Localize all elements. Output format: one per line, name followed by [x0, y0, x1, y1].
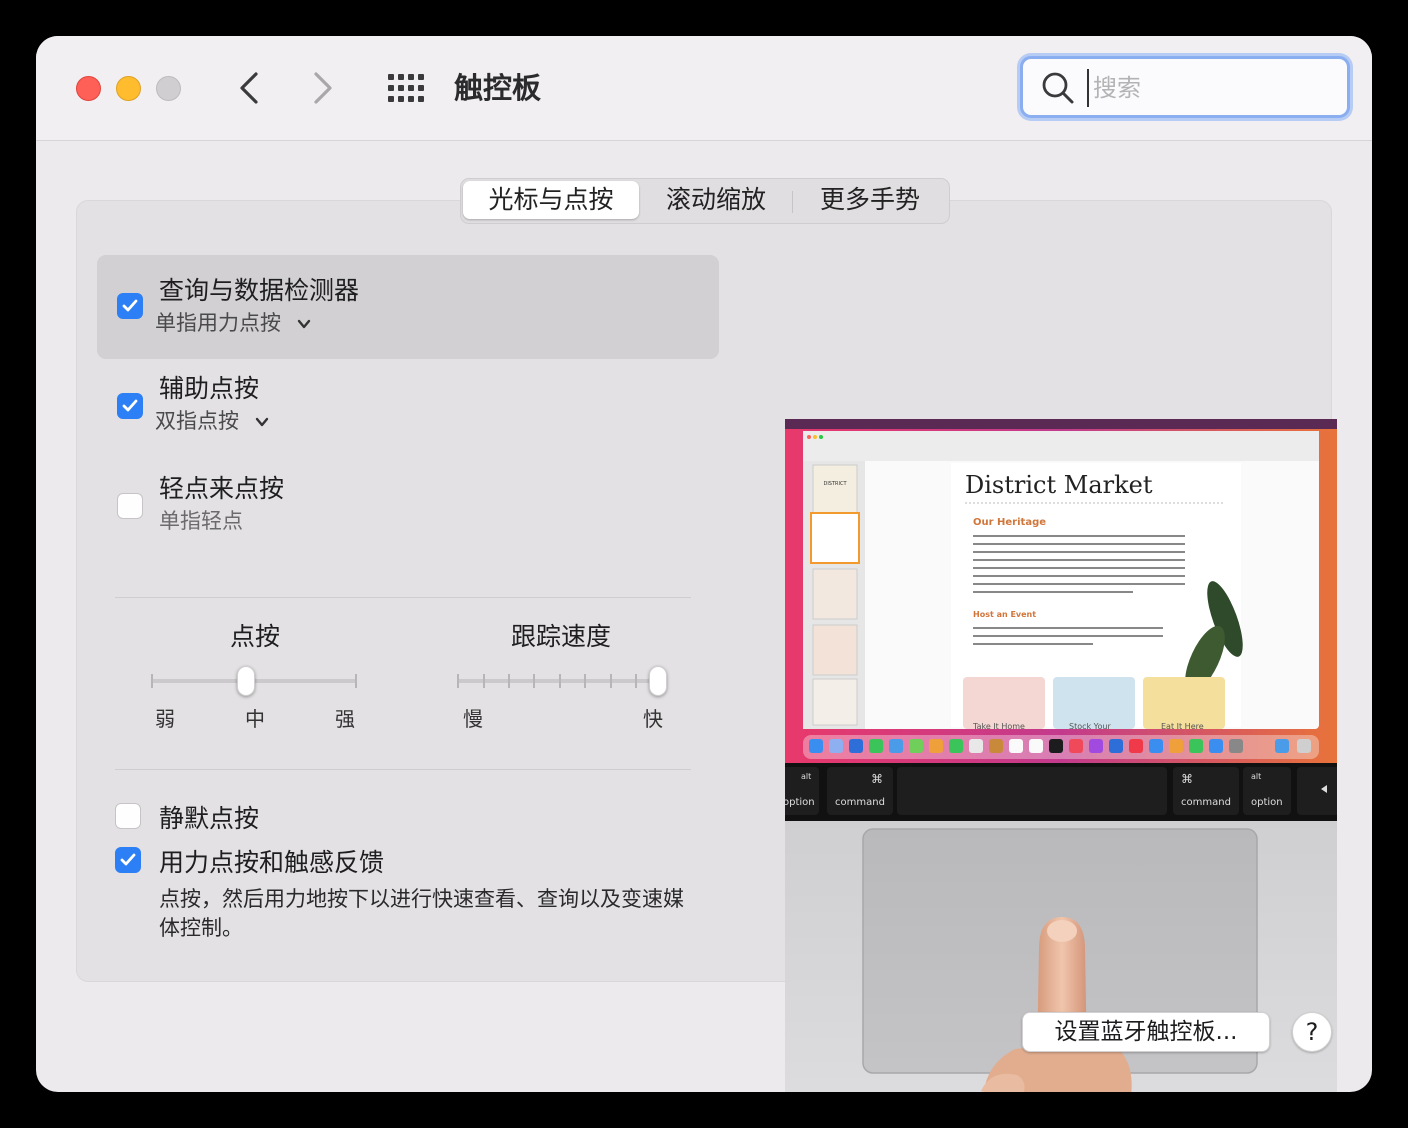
- gesture-preview-video: DISTRICT District Market Our Heritage Ho…: [785, 419, 1337, 1092]
- doc-heading-2: Host an Event: [973, 610, 1036, 619]
- divider: [115, 769, 691, 770]
- secondary-click-title: 辅助点按: [159, 374, 260, 403]
- tab-more-gestures[interactable]: 更多手势: [793, 181, 947, 219]
- click-slider-tick: [355, 674, 357, 688]
- thumb-label: DISTRICT: [823, 481, 847, 487]
- click-slider-knob[interactable]: [237, 666, 255, 696]
- tab-scroll-zoom[interactable]: 滚动缩放: [641, 181, 791, 219]
- lookup-checkbox[interactable]: [117, 293, 143, 319]
- tap-to-click-sub: 单指轻点: [159, 509, 243, 533]
- option-secondary-click[interactable]: 辅助点按 双指点按: [97, 361, 719, 451]
- secondary-click-gesture-select[interactable]: 双指点按: [155, 405, 270, 435]
- window-title: 触控板: [454, 71, 542, 105]
- search-field[interactable]: [1020, 56, 1350, 118]
- tracking-slider[interactable]: [455, 661, 677, 701]
- force-click-title: 用力点按和触感反馈: [159, 848, 385, 877]
- divider: [115, 597, 691, 598]
- click-slider-title: 点按: [229, 622, 280, 651]
- chevron-down-icon: [297, 319, 310, 329]
- tracking-slider-tick: [635, 674, 637, 688]
- lookup-title: 查询与数据检测器: [159, 276, 360, 305]
- click-slider[interactable]: [147, 661, 367, 701]
- spacebar: [897, 767, 1167, 815]
- key-option-right: option: [1251, 797, 1283, 808]
- minimize-button[interactable]: [116, 76, 141, 101]
- tracking-slider-tick: [559, 674, 561, 688]
- checkmark-icon: [120, 853, 136, 866]
- key-alt-right: alt: [1251, 772, 1261, 781]
- help-button[interactable]: ?: [1292, 1012, 1332, 1052]
- search-icon: [1042, 72, 1074, 104]
- force-click-checkbox[interactable]: [115, 847, 141, 873]
- key-option-left: option: [785, 797, 815, 808]
- forward-button[interactable]: [302, 66, 342, 110]
- title-bar: 触控板: [36, 36, 1372, 141]
- tap-to-click-checkbox[interactable]: [117, 493, 143, 519]
- pages-toolbar: [803, 431, 1319, 461]
- card-2-label: Stock Your: [1069, 722, 1111, 731]
- settings-panel: 查询与数据检测器 单指用力点按 辅助点按 双指点按 轻点来点按 单指轻点 点按 …: [76, 200, 1337, 1092]
- click-label-weak: 弱: [155, 707, 175, 731]
- key-cmd-symbol-left: ⌘: [871, 772, 883, 786]
- preferences-window: 触控板 查询与数据检测器 单指用力点按 辅助点按: [36, 36, 1372, 1092]
- tab-point-and-click[interactable]: 光标与点按: [463, 181, 639, 219]
- tracking-slider-tick: [457, 674, 459, 688]
- tracking-slider-track: [457, 679, 665, 683]
- tap-to-click-title: 轻点来点按: [159, 474, 285, 503]
- preview-illustration: DISTRICT District Market Our Heritage Ho…: [785, 419, 1337, 1092]
- card-3-label: Eat It Here: [1161, 722, 1204, 731]
- option-lookup[interactable]: 查询与数据检测器 单指用力点按: [97, 255, 719, 359]
- secondary-click-checkbox[interactable]: [117, 393, 143, 419]
- doc-title: District Market: [965, 471, 1153, 499]
- checkmark-icon: [122, 399, 138, 412]
- close-button[interactable]: [76, 76, 101, 101]
- tracking-slider-tick: [483, 674, 485, 688]
- force-click-description: 点按，然后用力地按下以进行快速查看、查询以及变速媒体控制。: [159, 887, 684, 940]
- setup-bluetooth-trackpad-button[interactable]: 设置蓝牙触控板...: [1022, 1012, 1270, 1052]
- key-cmd-symbol-right: ⌘: [1181, 772, 1193, 786]
- tracking-label-fast: 快: [643, 707, 663, 731]
- tracking-label-slow: 慢: [463, 707, 483, 731]
- click-label-strong: 强: [335, 707, 355, 731]
- search-input[interactable]: [1087, 69, 1333, 107]
- tracking-slider-title: 跟踪速度: [510, 622, 611, 651]
- tracking-slider-tick: [584, 674, 586, 688]
- tracking-slider-tick: [533, 674, 535, 688]
- click-label-medium: 中: [245, 707, 265, 731]
- doc-heading-1: Our Heritage: [973, 517, 1046, 528]
- tracking-slider-tick: [610, 674, 612, 688]
- tab-bar: 光标与点按 滚动缩放 更多手势: [460, 178, 950, 224]
- lookup-gesture-select[interactable]: 单指用力点按: [155, 307, 312, 337]
- secondary-click-gesture-label: 双指点按: [155, 409, 239, 433]
- chevron-down-icon: [255, 417, 268, 427]
- menu-bar: [785, 419, 1337, 429]
- show-all-button[interactable]: [386, 72, 426, 104]
- tracking-slider-knob[interactable]: [649, 666, 667, 696]
- chevron-right-icon: [314, 72, 332, 104]
- grid-icon: [388, 74, 424, 102]
- back-button[interactable]: [230, 66, 270, 110]
- chevron-left-icon: [240, 72, 258, 104]
- checkmark-icon: [122, 299, 138, 312]
- key-alt-left: alt: [801, 772, 811, 781]
- key-command-left: command: [835, 797, 885, 808]
- silent-click-checkbox[interactable]: [115, 803, 141, 829]
- key-command-right: command: [1181, 797, 1231, 808]
- zoom-button[interactable]: [156, 76, 181, 101]
- silent-click-title: 静默点按: [159, 804, 260, 833]
- tracking-slider-tick: [508, 674, 510, 688]
- lookup-gesture-label: 单指用力点按: [155, 311, 281, 335]
- click-slider-tick: [151, 674, 153, 688]
- option-tap-to-click[interactable]: 轻点来点按 单指轻点: [97, 463, 719, 553]
- card-1-label: Take It Home: [972, 722, 1025, 731]
